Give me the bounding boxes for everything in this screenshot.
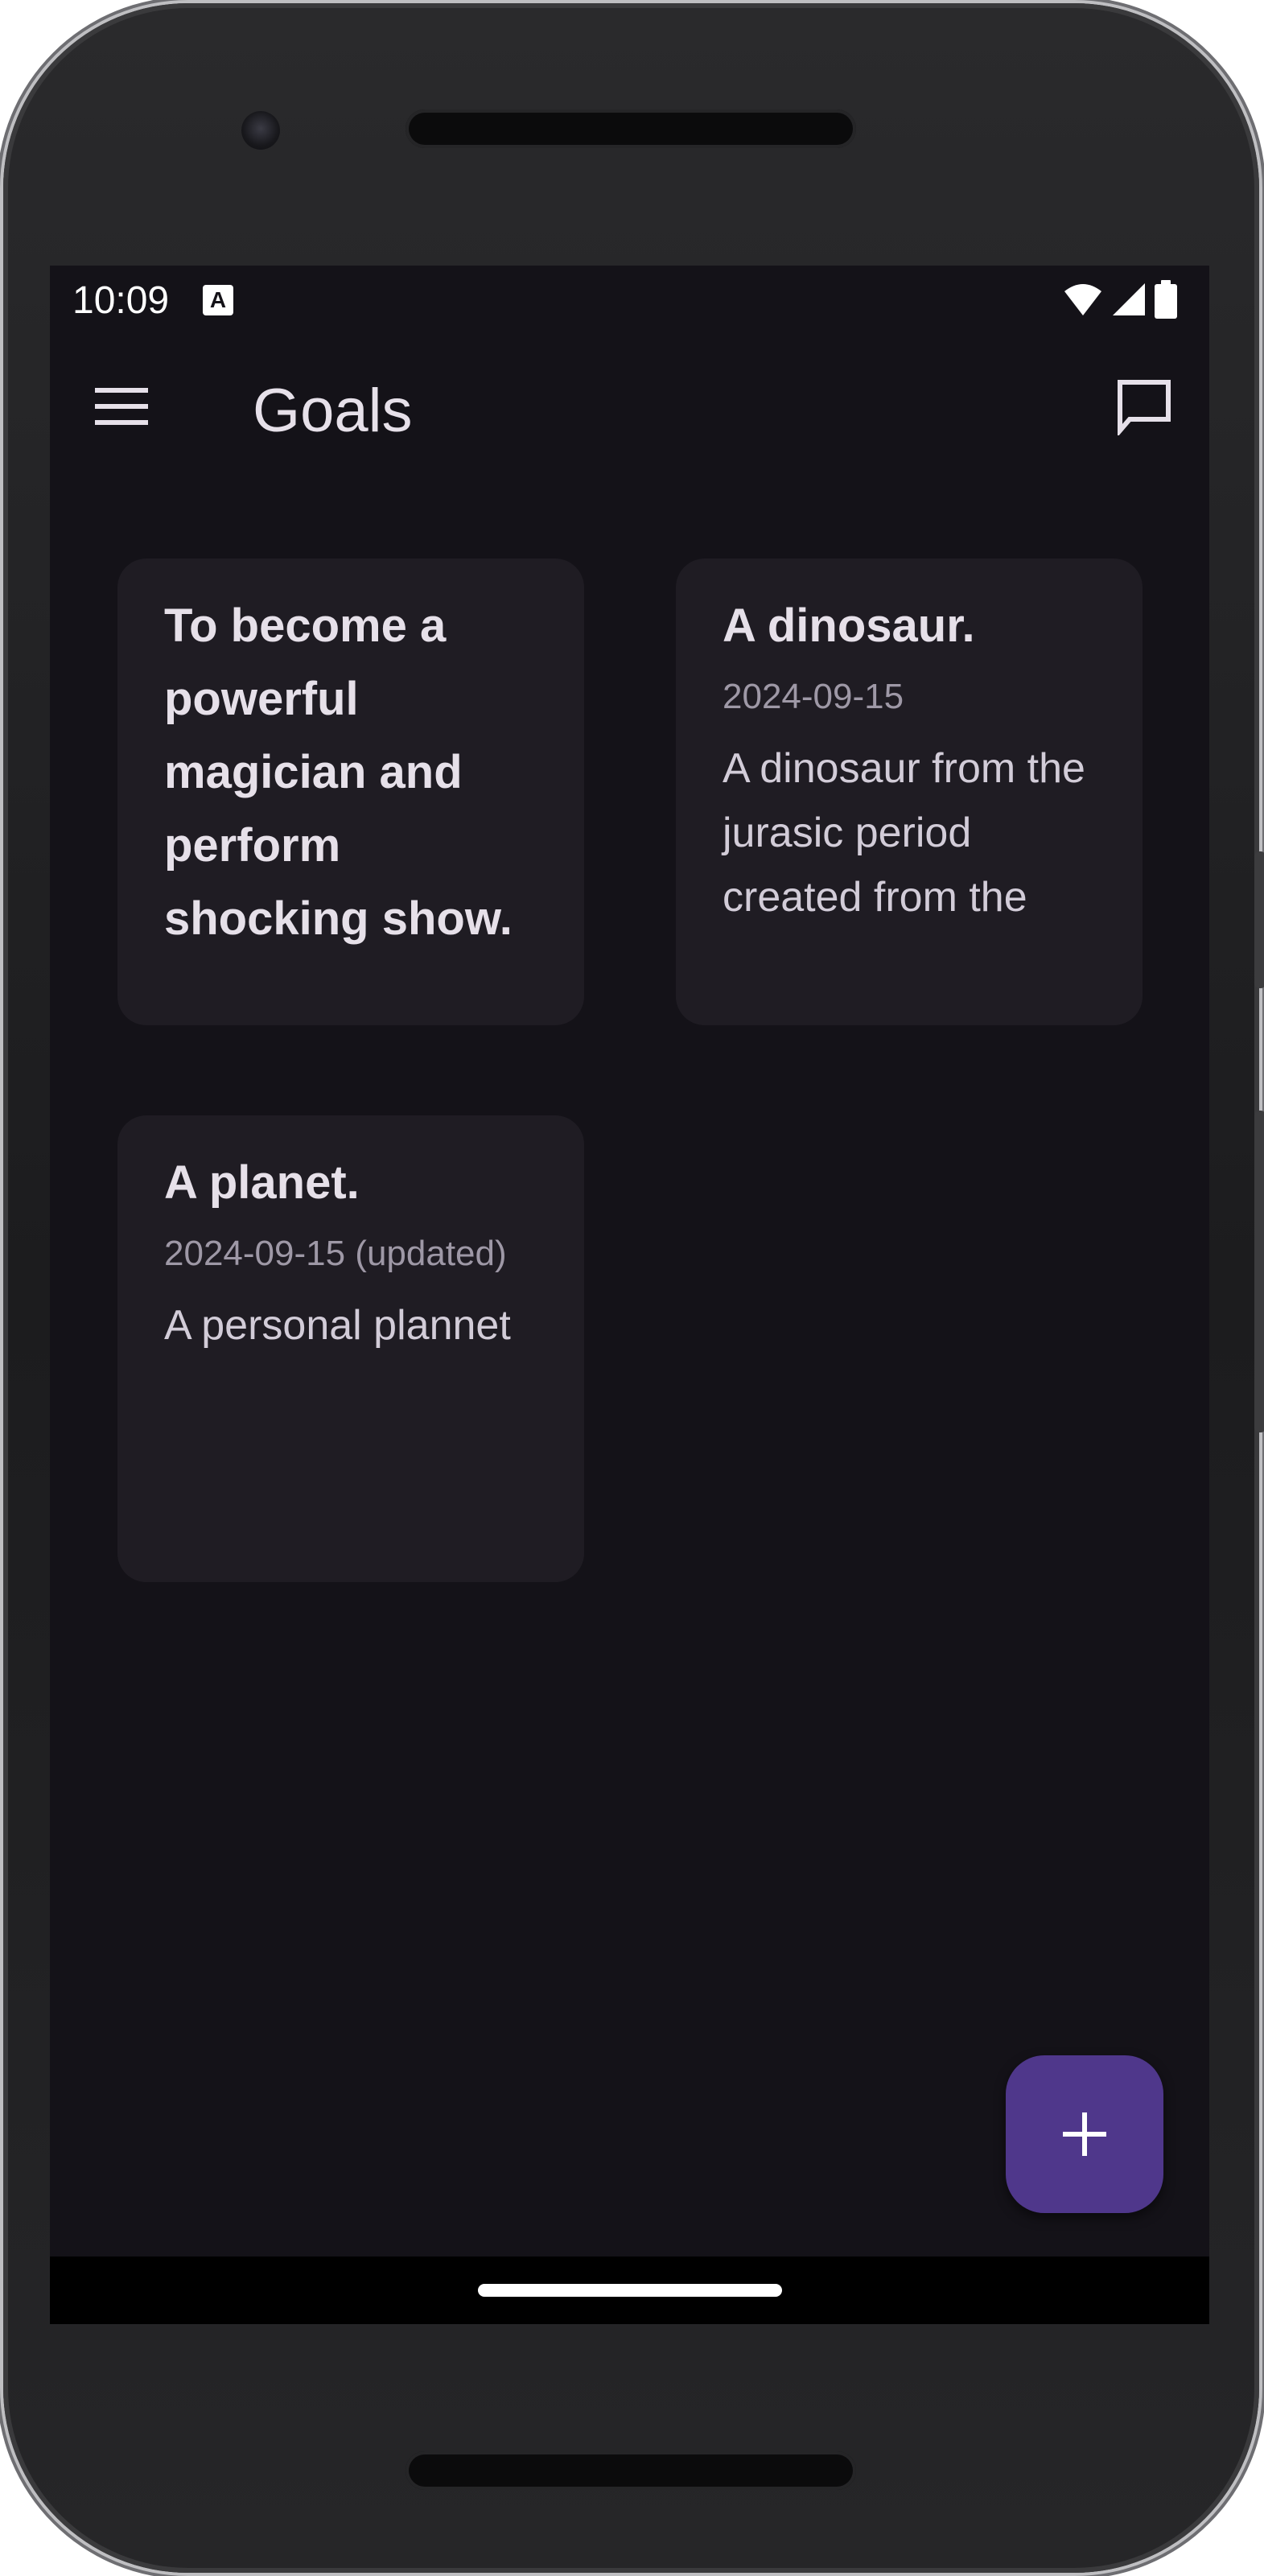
battery-icon <box>1155 280 1177 319</box>
goal-title: A dinosaur. <box>723 600 975 652</box>
chat-bubble-icon <box>1118 380 1171 435</box>
goal-date: 2024-09-15 (updated) <box>164 1234 507 1273</box>
goal-title: To become a powerful magician and perfor… <box>164 600 513 945</box>
bottom-speaker <box>406 2451 856 2490</box>
status-bar: 10:09 A <box>50 266 1209 333</box>
status-icons <box>1063 278 1177 320</box>
goal-date: 2024-09-15 <box>723 677 904 716</box>
status-time: 10:09 <box>72 279 170 322</box>
menu-button[interactable] <box>85 370 158 443</box>
card-bottom-padding <box>676 977 1143 1025</box>
volume-button <box>1254 1111 1264 1432</box>
card-bottom-padding <box>117 1534 584 1582</box>
front-camera <box>241 111 280 150</box>
goal-card[interactable]: To become a powerful magician and perfor… <box>117 558 584 1025</box>
power-button <box>1254 851 1264 988</box>
goal-description: A personal plannet <box>164 1302 511 1349</box>
goal-description: A dinosaur from the jurasic period creat… <box>723 745 1085 921</box>
page-title: Goals <box>253 377 413 445</box>
navigation-bar <box>50 2257 1209 2324</box>
top-speaker <box>406 109 856 148</box>
plus-icon <box>1063 2112 1106 2156</box>
screen: 10:09 A Goals To become a powerful magic… <box>50 266 1209 2324</box>
chat-button[interactable] <box>1108 370 1180 443</box>
goal-card[interactable]: A dinosaur. 2024-09-15 A dinosaur from t… <box>676 558 1143 1025</box>
goal-title: A planet. <box>164 1156 360 1209</box>
accessibility-a-icon: A <box>203 285 233 315</box>
cell-signal-icon <box>1113 283 1145 315</box>
wifi-icon <box>1064 284 1101 315</box>
home-gesture-handle[interactable] <box>478 2284 782 2297</box>
top-app-bar: Goals <box>50 333 1209 480</box>
goal-card[interactable]: A planet. 2024-09-15 (updated) A persona… <box>117 1115 584 1582</box>
add-goal-button[interactable] <box>1006 2055 1163 2213</box>
hamburger-menu-icon <box>95 388 148 425</box>
